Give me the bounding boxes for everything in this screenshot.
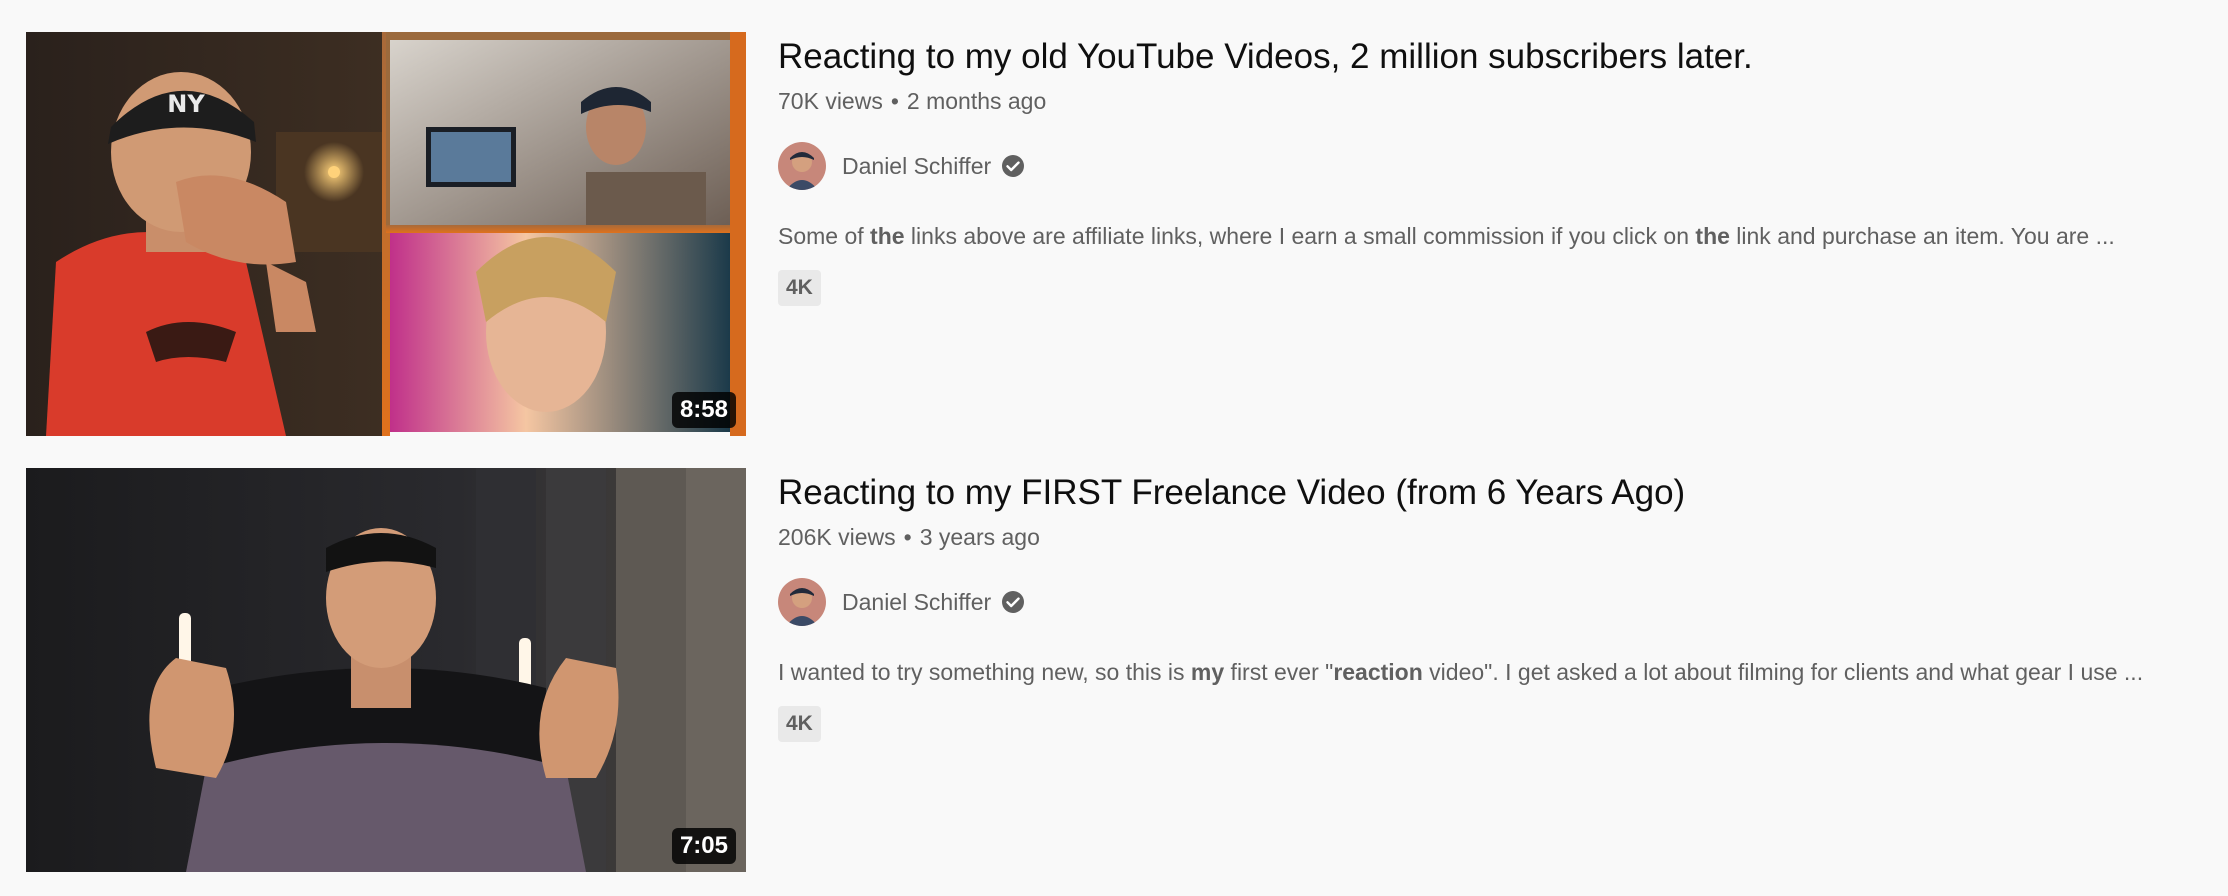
video-duration: 8:58 (671, 392, 736, 428)
description-text: I wanted to try something new, so this i… (778, 659, 1191, 685)
video-title[interactable]: Reacting to my old YouTube Videos, 2 mil… (778, 34, 2198, 80)
shrug-thumbnail-image (26, 468, 746, 872)
channel-avatar[interactable] (778, 142, 826, 190)
video-info: Reacting to my FIRST Freelance Video (fr… (778, 468, 2198, 872)
upload-age: 2 months ago (906, 88, 1047, 114)
description-text: video". I get asked a lot about filming … (1422, 659, 2144, 685)
meta-separator: • (903, 524, 912, 550)
video-info: Reacting to my old YouTube Videos, 2 mil… (778, 32, 2198, 436)
description-highlight: my (1190, 659, 1225, 685)
video-title[interactable]: Reacting to my FIRST Freelance Video (fr… (778, 470, 2198, 516)
channel-link[interactable]: Daniel Schiffer (778, 142, 2198, 190)
channel-avatar[interactable] (778, 578, 826, 626)
description-highlight: the (870, 223, 905, 249)
channel-name[interactable]: Daniel Schiffer (842, 589, 991, 616)
meta-separator: • (890, 88, 899, 114)
video-result[interactable]: NY 8:58 Reacting to my old YouTube Video… (26, 32, 2206, 436)
video-description: Some of the links above are affiliate li… (778, 218, 2198, 254)
description-highlight: the (1695, 223, 1730, 249)
svg-text:NY: NY (167, 90, 205, 118)
view-count: 70K views (778, 88, 883, 114)
verified-check-icon (1001, 154, 1025, 178)
upload-age: 3 years ago (919, 524, 1040, 550)
video-duration: 7:05 (671, 828, 736, 864)
channel-link[interactable]: Daniel Schiffer (778, 578, 2198, 626)
channel-name[interactable]: Daniel Schiffer (842, 153, 991, 180)
video-thumbnail[interactable]: 7:05 (26, 468, 746, 872)
video-description: I wanted to try something new, so this i… (778, 654, 2198, 690)
avatar-icon (778, 142, 826, 190)
video-meta: 206K views • 3 years ago (778, 522, 2198, 552)
video-result[interactable]: 7:05 Reacting to my FIRST Freelance Vide… (26, 468, 2206, 872)
view-count: 206K views (778, 524, 896, 550)
description-text: first ever " (1224, 659, 1334, 685)
description-text: Some of (778, 223, 871, 249)
description-text: links above are affiliate links, where I… (904, 223, 1696, 249)
collage-thumbnail-image: NY (26, 32, 746, 436)
description-highlight: reaction (1333, 659, 1423, 685)
verified-check-icon (1001, 590, 1025, 614)
video-meta: 70K views • 2 months ago (778, 86, 2198, 116)
quality-badge: 4K (778, 270, 821, 306)
description-text: link and purchase an item. You are ... (1729, 223, 2115, 249)
avatar-icon (778, 578, 826, 626)
quality-badge: 4K (778, 706, 821, 742)
video-thumbnail[interactable]: NY 8:58 (26, 32, 746, 436)
